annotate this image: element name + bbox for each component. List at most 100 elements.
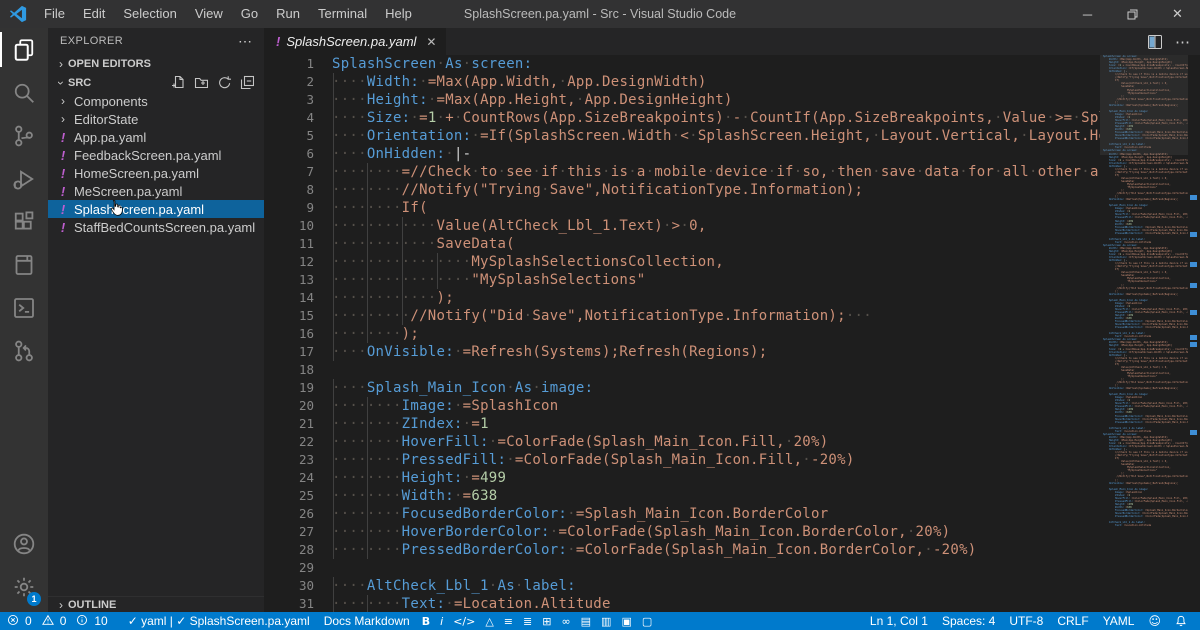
window-icon[interactable]: ▢ bbox=[637, 615, 657, 628]
tree-item-mescreen-pa-yaml[interactable]: !MeScreen.pa.yaml bbox=[48, 182, 264, 200]
code-line-22[interactable]: 22········HoverFill:·=ColorFade(Splash_M… bbox=[264, 433, 1100, 451]
src-section-header[interactable]: › SRC bbox=[48, 74, 264, 92]
italic-icon[interactable]: i bbox=[435, 615, 448, 628]
tree-item-splashscreen-pa-yaml[interactable]: !SplashScreen.pa.yaml bbox=[48, 200, 264, 218]
menu-help[interactable]: Help bbox=[376, 0, 421, 28]
tree-item-staffbedcountsscreen-pa-yaml[interactable]: !StaffBedCountsScreen.pa.yaml bbox=[48, 218, 264, 236]
code-line-24[interactable]: 24········Height:·=499 bbox=[264, 469, 1100, 487]
new-folder-icon[interactable] bbox=[194, 75, 208, 92]
status-bar: 0010 ✓ yaml | ✓ SplashScreen.pa.yamlDocs… bbox=[0, 612, 1200, 630]
code-line-4[interactable]: 4····Size:·=1·+·CountRows(App.SizeBreakp… bbox=[264, 109, 1100, 127]
line-number: 17 bbox=[264, 343, 332, 361]
restore-button[interactable] bbox=[1110, 0, 1155, 28]
minimize-button[interactable]: ─ bbox=[1065, 0, 1110, 28]
code-line-8[interactable]: 8········//Notify("Trying·Save",Notifica… bbox=[264, 181, 1100, 199]
code-line-16[interactable]: 16········); bbox=[264, 325, 1100, 343]
code-line-23[interactable]: 23········PressedFill:·=ColorFade(Splash… bbox=[264, 451, 1100, 469]
status-notifications[interactable] bbox=[1168, 612, 1194, 630]
code-line-31[interactable]: 31········Text:·=Location.Altitude bbox=[264, 595, 1100, 612]
code-line-6[interactable]: 6····OnHidden:·|- bbox=[264, 145, 1100, 163]
status-yaml-schema[interactable]: ✓ yaml | ✓ SplashScreen.pa.yaml bbox=[121, 612, 317, 630]
account-icon[interactable] bbox=[0, 522, 48, 565]
file-import-icon[interactable]: ▥ bbox=[596, 615, 616, 628]
terminal-icon[interactable] bbox=[0, 286, 48, 329]
code-icon[interactable]: </> bbox=[448, 615, 480, 628]
minimap[interactable]: SplashScreen As screen: Width: =Max(App.… bbox=[1100, 55, 1188, 612]
status-docs-markdown[interactable]: Docs Markdown bbox=[317, 612, 417, 630]
code-line-11[interactable]: 11············SaveData( bbox=[264, 235, 1100, 253]
code-editor[interactable]: 1SplashScreen·As·screen:2····Width:·=Max… bbox=[264, 55, 1100, 612]
file-code-icon[interactable]: ▣ bbox=[616, 615, 636, 628]
code-line-29[interactable]: 29 bbox=[264, 559, 1100, 577]
status-encoding[interactable]: UTF-8 bbox=[1002, 612, 1050, 630]
outline-section[interactable]: › OUTLINE bbox=[48, 596, 264, 612]
code-line-2[interactable]: 2····Width:·=Max(App.Width,·App.DesignWi… bbox=[264, 73, 1100, 91]
link-icon[interactable]: ∞ bbox=[556, 615, 575, 628]
menu-run[interactable]: Run bbox=[267, 0, 309, 28]
split-editor-icon[interactable] bbox=[1147, 34, 1163, 50]
tree-item-editorstate[interactable]: ›EditorState bbox=[48, 110, 264, 128]
code-line-25[interactable]: 25········Width:·=638 bbox=[264, 487, 1100, 505]
numbered-list-icon[interactable]: ≣ bbox=[518, 615, 537, 628]
collapse-all-icon[interactable] bbox=[240, 75, 254, 92]
menu-go[interactable]: Go bbox=[232, 0, 267, 28]
sidebar-more-actions[interactable]: ⋯ bbox=[238, 33, 252, 50]
status-language-mode[interactable]: YAML bbox=[1096, 612, 1142, 630]
bullet-list-icon[interactable]: ≡ bbox=[499, 615, 518, 628]
menu-terminal[interactable]: Terminal bbox=[309, 0, 376, 28]
status-feedback[interactable]: ☺ bbox=[1141, 612, 1168, 630]
code-line-3[interactable]: 3····Height:·=Max(App.Height,·App.Design… bbox=[264, 91, 1100, 109]
tab-splashscreen[interactable]: ! SplashScreen.pa.yaml ✕ bbox=[264, 28, 446, 55]
bold-icon[interactable]: B bbox=[417, 615, 435, 628]
menu-file[interactable]: File bbox=[35, 0, 74, 28]
code-line-15[interactable]: 15·········//Notify("Did·Save",Notificat… bbox=[264, 307, 1100, 325]
code-line-26[interactable]: 26········FocusedBorderColor:·=Splash_Ma… bbox=[264, 505, 1100, 523]
status-indentation[interactable]: Spaces: 4 bbox=[935, 612, 1002, 630]
search-icon[interactable] bbox=[0, 71, 48, 114]
insert-table-icon[interactable]: ⊞ bbox=[537, 615, 556, 628]
tree-item-homescreen-pa-yaml[interactable]: !HomeScreen.pa.yaml bbox=[48, 164, 264, 182]
explorer-icon[interactable] bbox=[0, 28, 48, 71]
code-line-17[interactable]: 17····OnVisible:·=Refresh(Systems);Refre… bbox=[264, 343, 1100, 361]
code-line-1[interactable]: 1SplashScreen·As·screen: bbox=[264, 55, 1100, 73]
code-line-19[interactable]: 19····Splash_Main_Icon·As·image: bbox=[264, 379, 1100, 397]
source-control-icon[interactable] bbox=[0, 114, 48, 157]
menu-selection[interactable]: Selection bbox=[114, 0, 185, 28]
code-line-9[interactable]: 9········If( bbox=[264, 199, 1100, 217]
tree-item-feedbackscreen-pa-yaml[interactable]: !FeedbackScreen.pa.yaml bbox=[48, 146, 264, 164]
more-actions-icon[interactable]: ⋯ bbox=[1175, 33, 1190, 51]
open-editors-section[interactable]: › OPEN EDITORS bbox=[48, 54, 264, 74]
code-line-13[interactable]: 13················"MySplashSelections" bbox=[264, 271, 1100, 289]
code-line-7[interactable]: 7········=//Check·to·see·if·this·is·a·mo… bbox=[264, 163, 1100, 181]
problems-indicator[interactable]: 0010 bbox=[0, 612, 121, 630]
run-debug-icon[interactable] bbox=[0, 157, 48, 200]
code-line-30[interactable]: 30····AltCheck_Lbl_1·As·label: bbox=[264, 577, 1100, 595]
pull-request-icon[interactable] bbox=[0, 329, 48, 372]
code-line-14[interactable]: 14············); bbox=[264, 289, 1100, 307]
settings-icon[interactable]: 1 bbox=[0, 565, 48, 608]
code-text: SplashScreen·As·screen: bbox=[332, 55, 1100, 73]
code-line-12[interactable]: 12················MySplashSelectionsColl… bbox=[264, 253, 1100, 271]
minimap-slider[interactable] bbox=[1100, 55, 1188, 155]
code-line-21[interactable]: 21········ZIndex:·=1 bbox=[264, 415, 1100, 433]
menu-edit[interactable]: Edit bbox=[74, 0, 114, 28]
status-cursor-position[interactable]: Ln 1, Col 1 bbox=[863, 612, 935, 630]
close-button[interactable]: ✕ bbox=[1155, 0, 1200, 28]
status-eol[interactable]: CRLF bbox=[1050, 612, 1095, 630]
code-line-10[interactable]: 10············Value(AltCheck_Lbl_1.Text)… bbox=[264, 217, 1100, 235]
refresh-icon[interactable] bbox=[217, 75, 231, 92]
new-file-icon[interactable] bbox=[171, 75, 185, 92]
code-line-27[interactable]: 27········HoverBorderColor:·=ColorFade(S… bbox=[264, 523, 1100, 541]
code-line-18[interactable]: 18 bbox=[264, 361, 1100, 379]
tree-item-components[interactable]: ›Components bbox=[48, 92, 264, 110]
notebook-icon[interactable] bbox=[0, 243, 48, 286]
file-save-icon[interactable]: ▤ bbox=[576, 615, 596, 628]
code-line-28[interactable]: 28········PressedBorderColor:·=ColorFade… bbox=[264, 541, 1100, 559]
tree-item-app-pa-yaml[interactable]: !App.pa.yaml bbox=[48, 128, 264, 146]
alert-icon[interactable]: △ bbox=[480, 615, 498, 628]
code-line-20[interactable]: 20········Image:·=SplashIcon bbox=[264, 397, 1100, 415]
menu-view[interactable]: View bbox=[186, 0, 232, 28]
extensions-icon[interactable] bbox=[0, 200, 48, 243]
tab-close-icon[interactable]: ✕ bbox=[426, 35, 436, 49]
code-line-5[interactable]: 5····Orientation:·=If(SplashScreen.Width… bbox=[264, 127, 1100, 145]
